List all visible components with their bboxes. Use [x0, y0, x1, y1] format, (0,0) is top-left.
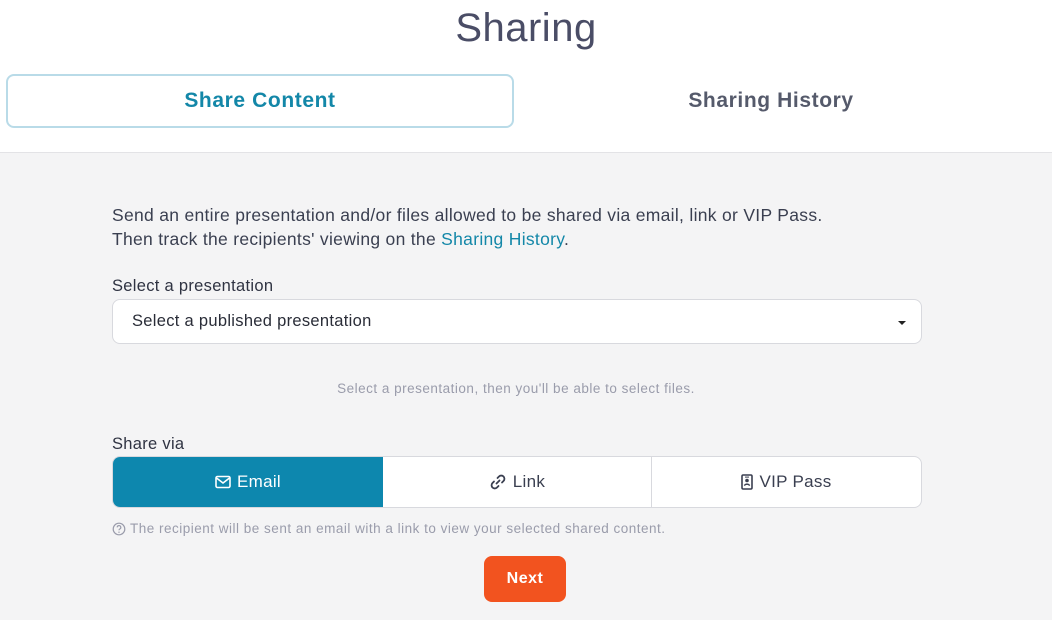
share-via-email-label: Email [236, 472, 281, 491]
badge-icon [741, 474, 754, 490]
next-button[interactable]: Next [484, 556, 566, 602]
intro-line-2: Then track the recipients' viewing on th… [112, 227, 932, 251]
caret-down-icon [898, 321, 906, 325]
share-via-segmented-control: Email Link VIP Pass [112, 456, 922, 508]
tab-share-content[interactable]: Share Content [6, 74, 514, 128]
sharing-history-link[interactable]: Sharing History [441, 229, 564, 249]
envelope-icon [215, 475, 231, 489]
presentation-label: Select a presentation [112, 277, 274, 295]
share-via-link-button[interactable]: Link [383, 457, 652, 507]
share-via-note-text: The recipient will be sent an email with… [130, 521, 666, 536]
share-via-link-label: Link [512, 472, 546, 491]
share-via-vip-pass-button[interactable]: VIP Pass [652, 457, 921, 507]
share-via-label: Share via [112, 435, 185, 453]
link-icon [489, 473, 507, 491]
share-via-note: The recipient will be sent an email with… [112, 521, 666, 536]
presentation-hint: Select a presentation, then you'll be ab… [337, 381, 695, 396]
intro-line-1: Send an entire presentation and/or files… [112, 205, 823, 225]
presentation-select-value: Select a published presentation [132, 312, 372, 330]
share-via-vip-pass-label: VIP Pass [759, 472, 832, 491]
tab-sharing-history[interactable]: Sharing History [516, 74, 1026, 128]
presentation-select[interactable]: Select a published presentation [112, 299, 922, 344]
share-via-email-button[interactable]: Email [113, 457, 383, 507]
tab-bar: Share Content Sharing History [6, 74, 1046, 128]
page-title: Sharing [455, 6, 597, 50]
question-circle-icon [112, 522, 126, 536]
intro-line-2-prefix: Then track the recipients' viewing on th… [112, 229, 442, 249]
intro-line-2-suffix: . [564, 229, 570, 249]
intro-text: Send an entire presentation and/or files… [112, 203, 932, 251]
